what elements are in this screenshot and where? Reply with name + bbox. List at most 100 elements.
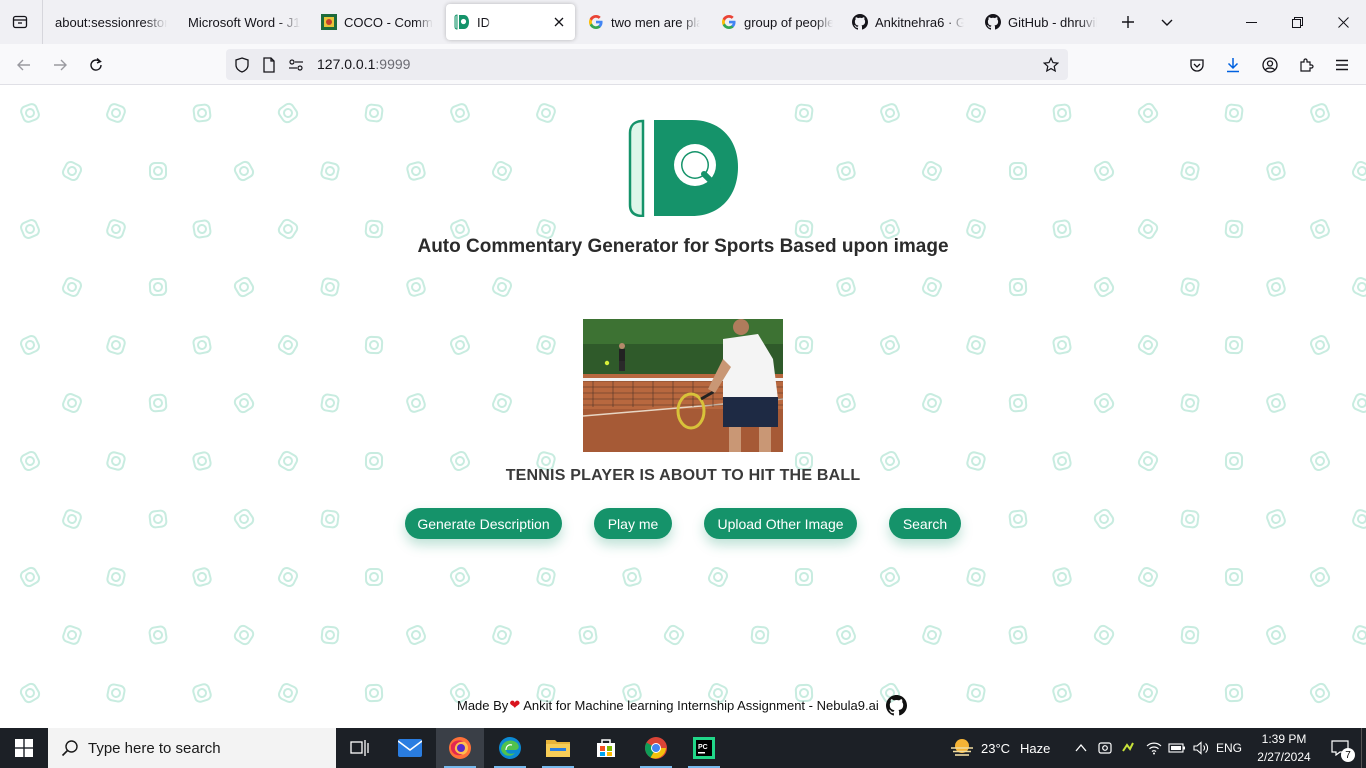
background-logo-mark xyxy=(1008,509,1028,529)
edge-icon[interactable] xyxy=(486,728,534,768)
background-logo-mark xyxy=(1350,623,1366,647)
generate-description-button[interactable]: Generate Description xyxy=(405,508,562,539)
new-tab-icon[interactable] xyxy=(1116,10,1140,34)
background-logo-mark xyxy=(920,275,944,299)
tab-id-active[interactable]: ID xyxy=(446,4,575,40)
background-logo-mark xyxy=(1179,392,1201,414)
wifi-icon[interactable] xyxy=(1143,728,1165,768)
background-logo-mark xyxy=(191,566,213,588)
restore-window-icon[interactable] xyxy=(1274,0,1320,44)
pycharm-tray-icon[interactable] xyxy=(1118,728,1138,768)
notifications-icon[interactable]: 7 xyxy=(1320,728,1360,768)
file-explorer-icon[interactable] xyxy=(534,728,582,768)
tab-session-restore[interactable]: about:sessionrestore xyxy=(47,4,175,40)
list-all-tabs-chevron-down-icon[interactable] xyxy=(1155,10,1179,34)
tab-coco[interactable]: COCO - Commo xyxy=(313,4,441,40)
reload-icon[interactable] xyxy=(83,52,109,78)
taskbar-search-box[interactable]: Type here to search xyxy=(48,728,336,768)
background-logo-mark xyxy=(706,565,730,589)
bookmark-star-icon[interactable] xyxy=(1042,56,1060,74)
tab-label: about:sessionrestore xyxy=(55,14,167,30)
volume-icon[interactable] xyxy=(1190,728,1212,768)
tab-github-ankit[interactable]: Ankitnehra6 · Git xyxy=(844,4,972,40)
background-logo-mark xyxy=(1180,625,1200,645)
pycharm-icon[interactable]: PC xyxy=(680,728,728,768)
tab-google-group[interactable]: group of people xyxy=(713,4,841,40)
tab-github-dhruvik[interactable]: GitHub - dhruvik xyxy=(977,4,1105,40)
show-desktop-button[interactable] xyxy=(1361,728,1366,768)
tab-label: COCO - Commo xyxy=(344,14,433,30)
firefox-view-icon[interactable] xyxy=(8,10,32,34)
firefox-icon[interactable] xyxy=(436,728,484,768)
close-window-icon[interactable] xyxy=(1320,0,1366,44)
github-icon[interactable] xyxy=(885,694,907,716)
tab-word[interactable]: Microsoft Word - J1_ xyxy=(180,4,308,40)
background-logo-mark xyxy=(1224,567,1244,587)
tab-strip: about:sessionrestore Microsoft Word - J1… xyxy=(0,0,1366,44)
background-logo-mark xyxy=(1179,160,1201,182)
downloads-icon[interactable] xyxy=(1220,52,1246,78)
tab-google-two-men[interactable]: two men are play xyxy=(580,4,708,40)
input-language[interactable]: ENG xyxy=(1216,728,1242,768)
pocket-icon[interactable] xyxy=(1184,52,1210,78)
background-logo-mark xyxy=(794,335,814,355)
background-logo-mark xyxy=(964,101,988,125)
microsoft-store-icon[interactable] xyxy=(582,728,630,768)
background-logo-mark xyxy=(1052,103,1072,123)
close-tab-icon[interactable] xyxy=(551,14,567,30)
account-icon[interactable] xyxy=(1257,52,1283,78)
show-hidden-icons-chevron-up-icon[interactable] xyxy=(1072,728,1090,768)
background-logo-mark xyxy=(1008,161,1028,181)
url-text[interactable]: 127.0.0.1:9999 xyxy=(317,56,410,72)
windows-start-icon[interactable] xyxy=(0,728,48,768)
tab-label: ID xyxy=(477,14,490,30)
background-logo-mark xyxy=(1051,334,1073,356)
background-logo-mark xyxy=(1007,624,1029,646)
background-logo-mark xyxy=(148,509,168,529)
background-logo-mark xyxy=(60,275,84,299)
url-host: 127.0.0.1 xyxy=(317,56,376,72)
background-logo-mark xyxy=(1264,507,1288,531)
background-logo-mark xyxy=(405,276,427,298)
background-logo-mark xyxy=(878,101,902,125)
google-icon xyxy=(721,14,737,30)
back-arrow-icon[interactable] xyxy=(11,52,37,78)
background-logo-mark xyxy=(1308,101,1332,125)
background-logo-mark xyxy=(60,159,84,183)
coco-icon xyxy=(321,14,337,30)
background-logo-mark xyxy=(60,507,84,531)
background-logo-mark xyxy=(965,334,987,356)
chrome-icon[interactable] xyxy=(632,728,680,768)
forward-arrow-icon[interactable] xyxy=(47,52,73,78)
background-logo-mark xyxy=(878,333,902,357)
background-logo-mark xyxy=(621,566,643,588)
permissions-icon[interactable] xyxy=(287,56,305,74)
system-clock[interactable]: 1:39 PM 2/27/2024 xyxy=(1247,730,1321,766)
background-logo-mark xyxy=(490,391,514,415)
background-logo-mark xyxy=(1350,391,1366,415)
search-button[interactable]: Search xyxy=(889,508,961,539)
extensions-icon[interactable] xyxy=(1293,52,1319,78)
address-bar[interactable]: 127.0.0.1:9999 xyxy=(226,49,1068,80)
background-logo-mark xyxy=(535,334,557,356)
upload-other-image-button[interactable]: Upload Other Image xyxy=(704,508,857,539)
background-logo-mark xyxy=(920,391,944,415)
task-view-icon[interactable] xyxy=(336,728,384,768)
weather-haze-icon[interactable] xyxy=(946,728,978,768)
page-title: Auto Commentary Generator for Sports Bas… xyxy=(417,236,949,257)
mail-icon[interactable] xyxy=(386,728,434,768)
tracking-protection-shield-icon[interactable] xyxy=(233,56,251,74)
minimize-window-icon[interactable] xyxy=(1228,0,1274,44)
menu-hamburger-icon[interactable] xyxy=(1329,52,1355,78)
weather-temperature[interactable]: 23°C xyxy=(981,728,1010,768)
google-icon xyxy=(588,14,604,30)
page-info-icon[interactable] xyxy=(260,56,278,74)
id-logo-icon xyxy=(628,119,738,217)
background-logo-mark xyxy=(105,566,127,588)
navigation-toolbar: 127.0.0.1:9999 xyxy=(0,44,1366,85)
camera-privacy-icon[interactable] xyxy=(1095,728,1115,768)
weather-description[interactable]: Haze xyxy=(1020,728,1050,768)
background-logo-mark xyxy=(1224,335,1244,355)
battery-icon[interactable] xyxy=(1166,728,1188,768)
play-me-button[interactable]: Play me xyxy=(594,508,672,539)
